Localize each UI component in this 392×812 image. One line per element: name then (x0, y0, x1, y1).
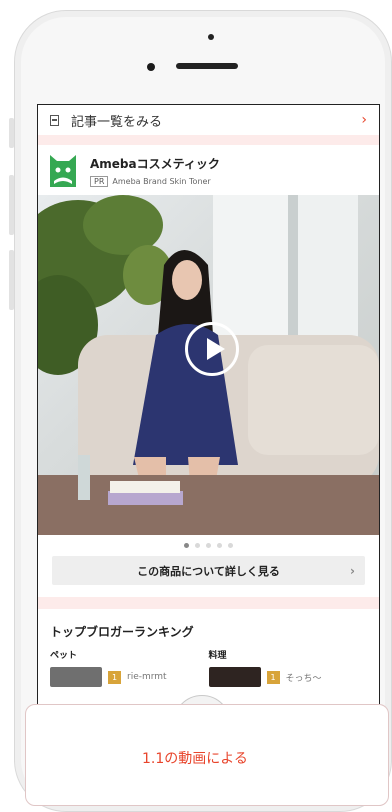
carousel-dot[interactable] (217, 543, 222, 548)
video-player[interactable] (38, 195, 379, 535)
ranking-title: トップブロガーランキング (50, 625, 194, 639)
product-detail-button[interactable]: この商品について詳しく見る › (52, 556, 365, 585)
blogger-thumbnail[interactable] (208, 667, 261, 687)
product-detail-label: この商品について詳しく見る (137, 564, 280, 578)
blogger-thumbnail[interactable] (50, 667, 102, 687)
overlay-text: 1.1の動画による (142, 751, 248, 767)
carousel-dot[interactable] (206, 543, 211, 548)
play-button[interactable] (185, 322, 239, 376)
rank-badge: 1 (266, 670, 280, 684)
carousel-indicator (38, 535, 379, 556)
screen: 記事一覧をみる › Amebaコスメティック PR Ameba Brand Sk… (37, 104, 380, 718)
ameba-logo-icon (50, 155, 76, 187)
proximity-sensor (208, 34, 214, 40)
ranking-column-cooking: 料理 1 そっち〜 (208, 648, 368, 687)
front-camera-icon (147, 63, 155, 71)
section-divider (38, 135, 379, 145)
earpiece-speaker (176, 63, 238, 69)
ranking-row[interactable]: 1 rie-mrmt (50, 667, 209, 687)
rank-badge: 1 (108, 670, 121, 684)
blogger-name[interactable]: そっち〜 (286, 671, 322, 684)
chevron-right-icon: › (350, 563, 355, 578)
carousel-dot[interactable] (195, 543, 200, 548)
ranking-column-pet: ペット 1 rie-mrmt (50, 648, 209, 687)
document-icon (50, 114, 59, 126)
carousel-dot[interactable] (184, 543, 189, 548)
article-list-link[interactable]: 記事一覧をみる › (38, 105, 379, 135)
section-divider (38, 597, 379, 609)
carousel-dot[interactable] (228, 543, 233, 548)
ad-header: Amebaコスメティック PR Ameba Brand Skin Toner (38, 145, 379, 195)
blogger-name[interactable]: rie-mrmt (127, 672, 167, 682)
overlay-card: 1.1の動画による (25, 704, 389, 806)
article-list-label: 記事一覧をみる (71, 114, 163, 130)
product-name: Ameba Brand Skin Toner (112, 177, 211, 186)
pr-badge: PR (90, 176, 109, 187)
ranking-category[interactable]: ペット (50, 648, 209, 661)
ranking-category[interactable]: 料理 (209, 648, 368, 661)
chevron-right-icon: › (361, 112, 367, 128)
advertiser-name[interactable]: Amebaコスメティック (90, 155, 220, 172)
ranking-row[interactable]: 1 そっち〜 (208, 667, 368, 687)
